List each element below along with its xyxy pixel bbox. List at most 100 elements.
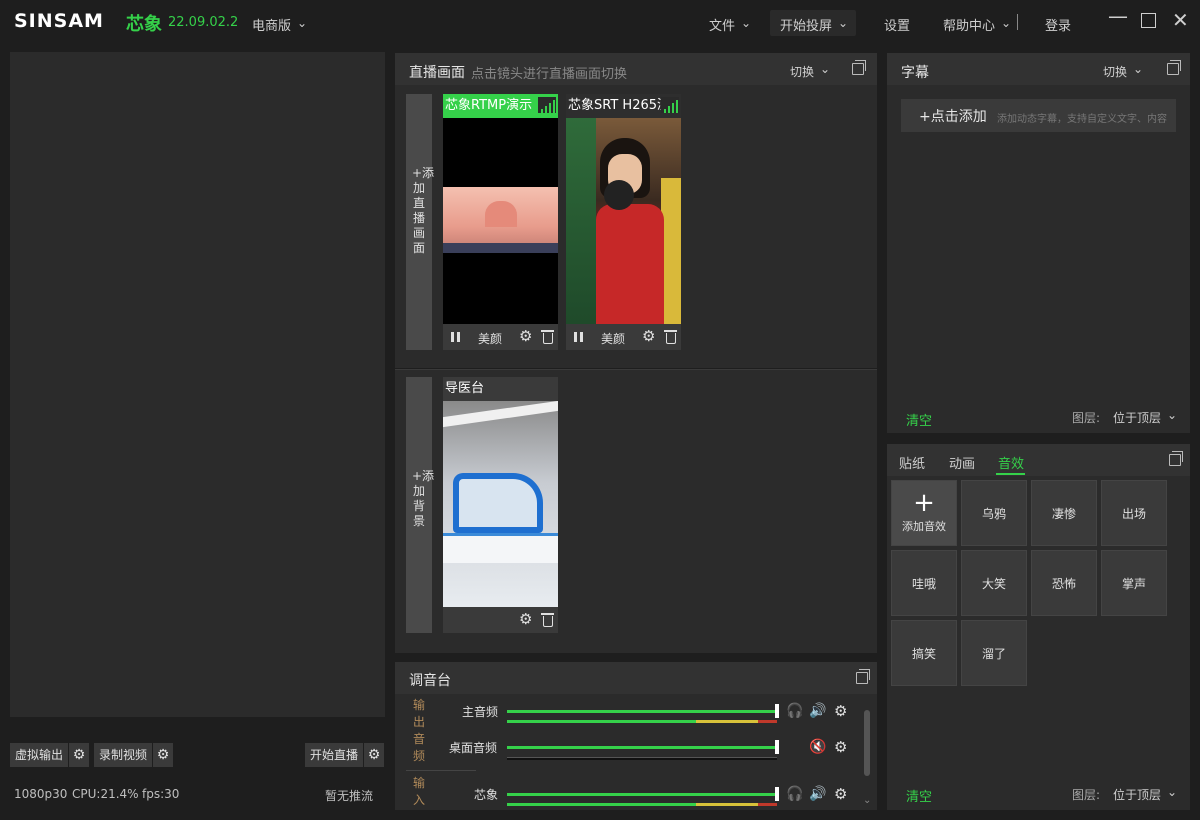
desktop-audio-slider[interactable]	[507, 746, 777, 749]
popout-icon[interactable]	[1169, 451, 1183, 466]
popout-icon[interactable]	[856, 669, 870, 684]
desktop-audio-knob[interactable]	[775, 740, 779, 754]
sound-effect-tile[interactable]: 凄惨	[1031, 480, 1097, 546]
scroll-down-icon[interactable]: ⌄	[863, 795, 871, 806]
subtitle-switch-dropdown[interactable]: 切换	[1103, 63, 1143, 80]
headphone-icon[interactable]: 🎧	[786, 703, 803, 719]
menu-separator	[1017, 14, 1018, 30]
xinxiang-audio-knob[interactable]	[775, 787, 779, 801]
live-panel-hint: 点击镜头进行直播画面切换	[471, 67, 628, 82]
background-card[interactable]: 导医台 ⚙	[443, 377, 558, 633]
gear-icon[interactable]: ⚙	[642, 327, 655, 345]
camera-card-2[interactable]: 芯象SRT H265测 美颜 ⚙	[566, 94, 681, 350]
gear-icon[interactable]: ⚙	[834, 738, 847, 756]
mixer-panel: 调音台	[395, 662, 877, 810]
sound-effect-tile[interactable]: 出场	[1101, 480, 1167, 546]
gear-icon[interactable]: ⚙	[69, 743, 89, 767]
camera-1-thumbnail	[443, 187, 558, 253]
mixer-divider	[406, 770, 476, 771]
subtitle-layer-dropdown[interactable]: 位于顶层	[1113, 409, 1177, 426]
mixer-scrollbar[interactable]	[864, 710, 870, 776]
sound-effect-tile[interactable]: 溜了	[961, 620, 1027, 686]
maximize-icon[interactable]	[1141, 13, 1156, 28]
start-cast-button[interactable]: 开始投屏	[780, 15, 848, 34]
tab-animation[interactable]: 动画	[949, 453, 975, 472]
headphone-icon[interactable]: 🎧	[786, 786, 803, 802]
close-icon[interactable]: ✕	[1172, 8, 1189, 32]
app-logo: SINSAM	[14, 10, 104, 32]
edition-dropdown[interactable]: 电商版	[252, 15, 307, 34]
background-thumbnail	[443, 401, 558, 607]
gear-icon[interactable]: ⚙	[153, 743, 173, 767]
trash-icon[interactable]	[664, 330, 677, 344]
subtitle-clear-button[interactable]: 清空	[906, 410, 932, 429]
sound-effect-tile[interactable]: 恐怖	[1031, 550, 1097, 616]
speaker-icon[interactable]: 🔊	[809, 703, 826, 719]
add-background-label: +添加背景	[412, 469, 435, 528]
add-background-button[interactable]: +添加背景	[406, 377, 435, 633]
desktop-audio-label: 桌面音频	[449, 741, 498, 755]
sound-effect-tile[interactable]: 掌声	[1101, 550, 1167, 616]
camera-2-controls: 美颜 ⚙	[566, 324, 681, 350]
sound-effect-tile[interactable]: 搞笑	[891, 620, 957, 686]
speaker-muted-icon[interactable]: 🔇	[809, 739, 826, 755]
add-sound-effect-label: 添加音效	[902, 520, 946, 533]
xinxiang-audio-meter	[507, 803, 777, 806]
plus-icon: +	[913, 488, 935, 518]
record-video-button[interactable]: 录制视频	[94, 743, 153, 767]
gear-icon[interactable]: ⚙	[519, 610, 532, 628]
file-menu[interactable]: 文件	[709, 15, 751, 34]
gear-icon[interactable]: ⚙	[364, 743, 384, 767]
fps-status: fps:30	[142, 787, 180, 801]
add-sound-effect-button[interactable]: + 添加音效	[891, 480, 957, 546]
help-menu[interactable]: 帮助中心	[943, 15, 1011, 34]
trash-icon[interactable]	[541, 613, 554, 627]
pause-icon[interactable]	[451, 332, 454, 342]
camera-card-1[interactable]: 芯象RTMP演示 美颜 ⚙	[443, 94, 558, 350]
settings-menu[interactable]: 设置	[884, 15, 910, 34]
main-audio-slider[interactable]	[507, 710, 777, 713]
sound-effect-tile[interactable]: 大笑	[961, 550, 1027, 616]
minimize-icon[interactable]: —	[1108, 4, 1128, 28]
virtual-output-button[interactable]: 虚拟输出	[10, 743, 69, 767]
camera-1-title: 芯象RTMP演示	[443, 94, 558, 118]
mixer-title: 调音台	[409, 673, 451, 689]
beauty-button[interactable]: 美颜	[478, 330, 502, 347]
effects-layer-dropdown[interactable]: 位于顶层	[1113, 786, 1177, 803]
xinxiang-audio-slider[interactable]	[507, 793, 777, 796]
tab-stickers[interactable]: 贴纸	[899, 453, 925, 472]
subtitle-title: 字幕	[901, 65, 929, 81]
sound-effect-tile[interactable]: 哇哦	[891, 550, 957, 616]
signal-icon	[538, 97, 556, 113]
push-status: 暂无推流	[325, 789, 374, 803]
background-controls: ⚙	[443, 607, 558, 633]
xinxiang-audio-label: 芯象	[474, 788, 499, 802]
gear-icon[interactable]: ⚙	[834, 785, 847, 803]
popout-icon[interactable]	[1167, 60, 1181, 75]
live-panel-title: 直播画面	[409, 65, 465, 81]
start-live-button[interactable]: 开始直播	[305, 743, 364, 767]
sound-effect-tile[interactable]: 乌鸦	[961, 480, 1027, 546]
subtitle-layer-label: 图层:	[1072, 411, 1101, 425]
active-tab-indicator	[996, 473, 1025, 475]
live-switch-dropdown[interactable]: 切换	[790, 63, 830, 80]
camera-2-video	[566, 118, 681, 324]
speaker-icon[interactable]: 🔊	[809, 786, 826, 802]
cpu-status: CPU:21.4%	[72, 787, 139, 801]
add-live-scene-button[interactable]: +添加直播画面	[406, 94, 434, 350]
effects-clear-button[interactable]: 清空	[906, 786, 932, 805]
camera-2-name: 芯象SRT H265测	[568, 98, 671, 113]
pause-icon[interactable]	[574, 332, 577, 342]
popout-icon[interactable]	[852, 60, 866, 75]
gear-icon[interactable]: ⚙	[519, 327, 532, 345]
main-audio-knob[interactable]	[775, 704, 779, 718]
gear-icon[interactable]: ⚙	[834, 702, 847, 720]
camera-2-title: 芯象SRT H265测	[566, 94, 681, 118]
beauty-button[interactable]: 美颜	[601, 330, 625, 347]
tab-sound-effects[interactable]: 音效	[998, 453, 1024, 472]
login-button[interactable]: 登录	[1045, 15, 1071, 34]
camera-1-controls: 美颜 ⚙	[443, 324, 558, 350]
version-label: 22.09.02.2	[168, 15, 239, 30]
trash-icon[interactable]	[541, 330, 554, 344]
output-audio-label: 输出音频	[412, 698, 425, 763]
